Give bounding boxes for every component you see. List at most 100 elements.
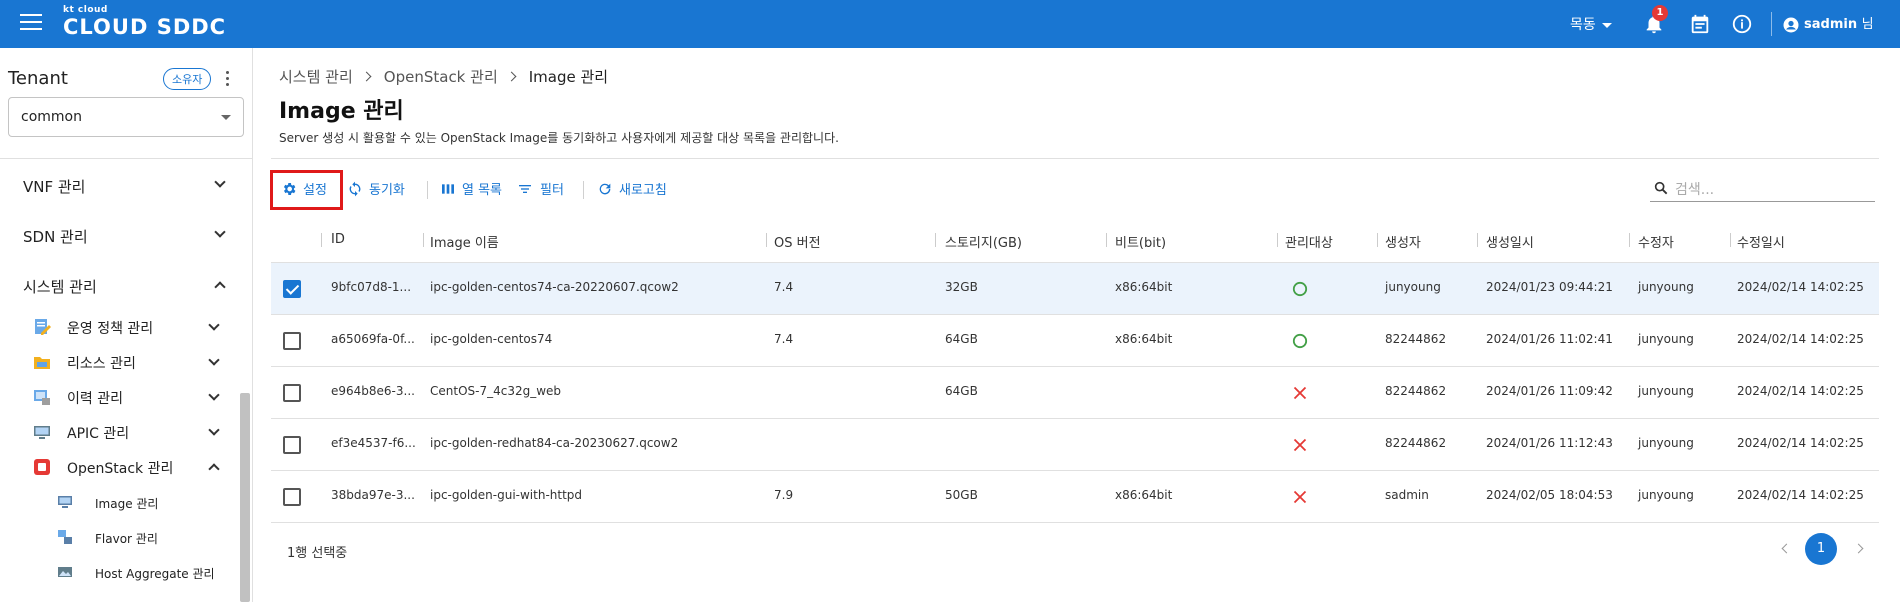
column-header-created[interactable]: 생성일시 (1486, 232, 1534, 251)
info-icon[interactable] (1731, 13, 1753, 35)
owner-chip[interactable]: 소유자 (163, 68, 212, 90)
sidebar-leaf-item-flavor[interactable]: Flavor 관리 (0, 523, 238, 553)
sync-button-label: 동기화 (369, 183, 405, 198)
x-mark-icon (1293, 438, 1307, 452)
user-name: sadmin (1804, 17, 1858, 32)
columns-icon (442, 183, 454, 194)
hamburger-menu-icon[interactable] (20, 14, 42, 34)
app-logo[interactable]: kt cloud CLOUD SDDC (63, 5, 226, 39)
cell-creator: sadmin (1385, 488, 1429, 502)
sidebar-sub-item-label: OpenStack 관리 (67, 461, 174, 477)
tenant-select[interactable]: common (8, 97, 244, 137)
sidebar-item-system[interactable]: 시스템 관리 (0, 265, 238, 305)
column-header-name[interactable]: Image 이름 (430, 232, 499, 251)
sidebar-leaf-item-label: Image 관리 (95, 497, 159, 511)
column-header-managed[interactable]: 관리대상 (1285, 232, 1333, 251)
sidebar-sub-item-apic[interactable]: APIC 관리 (0, 417, 238, 447)
x-mark-icon (1293, 490, 1307, 504)
region-select[interactable]: 목동 (1570, 14, 1612, 34)
chevron-down-icon (214, 226, 226, 238)
sidebar-leaf-item-image[interactable]: Image 관리 (0, 488, 238, 518)
region-label: 목동 (1570, 17, 1596, 33)
more-vert-icon[interactable] (224, 71, 230, 87)
sidebar-sub-item-history[interactable]: 이력 관리 (0, 382, 238, 412)
sidebar-divider (0, 158, 253, 159)
column-header-storage[interactable]: 스토리지(GB) (945, 232, 1022, 251)
logo-big-text: CLOUD SDDC (63, 15, 227, 39)
header-divider (1771, 12, 1772, 36)
column-header-modifier[interactable]: 수정자 (1638, 232, 1674, 251)
sync-button[interactable]: 동기화 (347, 179, 405, 201)
sidebar-item-sdn[interactable]: SDN 관리 (0, 215, 238, 255)
chevron-down-icon (221, 115, 231, 120)
column-header-bit[interactable]: 비트(bit) (1115, 232, 1166, 251)
table-row[interactable]: e964b8e6-3... CentOS-7_4c32g_web 64GB 82244… (271, 367, 1879, 419)
breadcrumb-item-openstack[interactable]: OpenStack 관리 (384, 68, 498, 86)
cell-bit: x86:64bit (1115, 280, 1173, 294)
breadcrumb: 시스템 관리 OpenStack 관리 Image 관리 (279, 66, 608, 87)
column-header-os[interactable]: OS 버전 (774, 232, 821, 251)
filter-icon (519, 184, 531, 193)
sidebar-sub-item-openstack[interactable]: OpenStack 관리 (0, 452, 238, 482)
filter-button[interactable]: 필터 (516, 179, 564, 201)
cell-storage: 32GB (945, 280, 978, 294)
sidebar-sub-item-policy[interactable]: 운영 정책 관리 (0, 312, 238, 342)
column-header-modified[interactable]: 수정일시 (1737, 232, 1785, 251)
page-number-current[interactable]: 1 (1805, 533, 1837, 565)
flavor-icon (58, 530, 72, 544)
breadcrumb-item-system[interactable]: 시스템 관리 (279, 68, 353, 86)
columns-button[interactable]: 열 목록 (440, 179, 502, 201)
column-divider (1730, 233, 1731, 247)
row-checkbox[interactable] (283, 332, 301, 350)
toolbar-divider (427, 181, 428, 199)
refresh-button-label: 새로고침 (619, 183, 667, 198)
column-divider (321, 233, 322, 247)
row-checkbox[interactable] (283, 384, 301, 402)
row-checkbox[interactable] (283, 436, 301, 454)
cell-name: ipc-golden-redhat84-ca-20230627.qcow2 (430, 436, 679, 450)
table-row[interactable]: a65069fa-0f... ipc-golden-centos74 7.4 64GB… (271, 315, 1879, 367)
chevron-down-icon (208, 424, 220, 436)
sidebar-item-label: SDN 관리 (23, 228, 88, 246)
cell-modifier: junyoung (1638, 488, 1694, 502)
table-row[interactable]: 9bfc07d8-1... ipc-golden-centos74-ca-2022… (271, 263, 1879, 315)
sidebar: Tenant 소유자 common VNF 관리 SDN 관리 시스템 관리 운… (0, 48, 253, 602)
chevron-right-icon (361, 71, 372, 82)
openstack-icon (34, 459, 50, 475)
chevron-left-icon[interactable] (1781, 543, 1792, 554)
host-aggregate-icon (58, 567, 72, 577)
cell-name: CentOS-7_4c32g_web (430, 384, 562, 398)
calendar-icon[interactable] (1689, 13, 1711, 35)
cell-modifier: junyoung (1638, 332, 1694, 346)
cell-storage: 50GB (945, 488, 978, 502)
logo-small-text: kt cloud (63, 5, 108, 15)
sidebar-leaf-item-host-aggregate[interactable]: Host Aggregate 관리 (0, 558, 238, 588)
sidebar-item-vnf[interactable]: VNF 관리 (0, 165, 238, 205)
row-checkbox[interactable] (283, 488, 301, 506)
cell-created: 2024/01/26 11:09:42 (1486, 384, 1613, 398)
column-divider (1629, 233, 1630, 247)
sidebar-scrollbar[interactable] (240, 393, 250, 602)
cell-modified: 2024/02/14 14:02:25 (1737, 280, 1864, 294)
user-menu[interactable]: sadmin 님 (1782, 13, 1874, 34)
toolbar-divider (583, 181, 584, 199)
top-app-bar: kt cloud CLOUD SDDC 목동 1 sadmin 님 (0, 0, 1900, 48)
chevron-down-icon (208, 354, 220, 366)
column-header-creator[interactable]: 생성자 (1385, 232, 1421, 251)
search-input[interactable]: 검색... (1650, 174, 1875, 202)
settings-button[interactable]: 설정 (281, 179, 327, 201)
table-row[interactable]: ef3e4537-f6... ipc-golden-redhat84-ca-202… (271, 419, 1879, 471)
refresh-button[interactable]: 새로고침 (597, 179, 667, 201)
chevron-right-icon (506, 71, 517, 82)
policy-icon (35, 319, 51, 335)
cell-creator: 82244862 (1385, 332, 1447, 346)
column-header-id[interactable]: ID (331, 232, 345, 247)
filter-button-label: 필터 (540, 183, 564, 198)
sidebar-sub-item-resource[interactable]: 리소스 관리 (0, 347, 238, 377)
row-checkbox[interactable] (283, 280, 301, 298)
chevron-right-icon[interactable] (1853, 543, 1864, 554)
cell-modified: 2024/02/14 14:02:25 (1737, 384, 1864, 398)
tenant-title: Tenant (8, 68, 68, 89)
history-icon (34, 390, 50, 405)
table-row[interactable]: 38bda97e-3... ipc-golden-gui-with-httpd 7.… (271, 471, 1879, 523)
